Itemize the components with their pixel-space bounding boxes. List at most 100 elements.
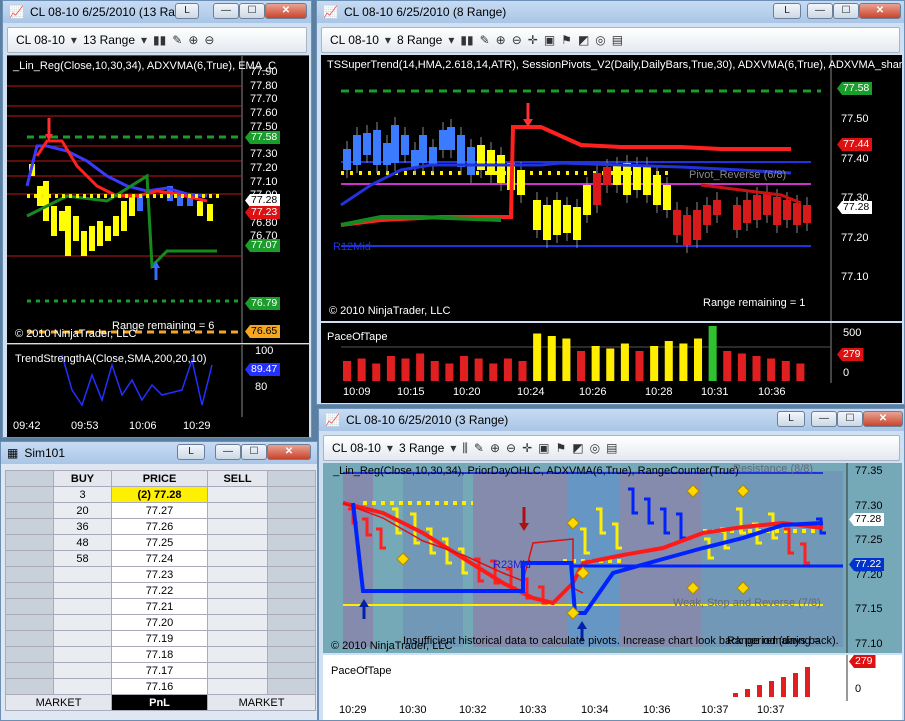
link-button[interactable]: L <box>177 444 205 460</box>
maximize-button[interactable]: ☐ <box>239 3 265 19</box>
draw-tool-icon[interactable]: ✎ <box>474 441 484 455</box>
sell-order-cell[interactable] <box>267 518 316 535</box>
sell-volume-cell[interactable] <box>207 662 268 679</box>
instrument-selector[interactable]: CL 08-10 <box>330 33 379 47</box>
bar-type-icon[interactable]: ▮▮ <box>153 33 166 47</box>
buy-volume-cell[interactable]: 3 <box>53 486 112 503</box>
buy-order-cell[interactable] <box>5 630 54 647</box>
buy-order-cell[interactable] <box>5 550 54 567</box>
strategy-icon[interactable]: ⚑ <box>555 441 566 455</box>
price-cell[interactable]: 77.21 <box>111 598 208 615</box>
buy-volume-cell[interactable] <box>53 614 112 631</box>
minimize-button[interactable]: — <box>215 444 241 460</box>
link-button[interactable]: L <box>777 411 805 427</box>
buy-order-cell[interactable] <box>5 582 54 599</box>
buy-order-cell[interactable] <box>5 614 54 631</box>
buy-volume-cell[interactable] <box>53 566 112 583</box>
price-cell[interactable]: 77.23 <box>111 566 208 583</box>
crosshair-icon[interactable]: ✛ <box>522 441 532 455</box>
sell-order-cell[interactable] <box>267 534 316 551</box>
buy-order-cell[interactable] <box>5 646 54 663</box>
data-box-icon[interactable]: ▤ <box>606 441 617 455</box>
price-cell[interactable]: 77.25 <box>111 534 208 551</box>
sell-volume-cell[interactable] <box>207 518 268 535</box>
sell-volume-cell[interactable] <box>207 630 268 647</box>
zoom-out-icon[interactable]: ⊖ <box>512 33 522 47</box>
close-button[interactable]: ✕ <box>859 3 901 19</box>
buy-order-cell[interactable] <box>5 486 54 503</box>
zoom-in-icon[interactable]: ⊕ <box>188 33 198 47</box>
sell-volume-cell[interactable] <box>207 566 268 583</box>
buy-volume-cell[interactable] <box>53 678 112 695</box>
sell-volume-cell[interactable] <box>207 678 268 695</box>
period-selector[interactable]: 8 Range <box>397 33 442 47</box>
strategy-icon[interactable]: ⚑ <box>561 33 572 47</box>
sell-order-cell[interactable] <box>267 662 316 679</box>
buy-order-cell[interactable] <box>5 502 54 519</box>
buy-volume-cell[interactable] <box>53 598 112 615</box>
sell-order-cell[interactable] <box>267 566 316 583</box>
close-button[interactable]: ✕ <box>265 3 307 19</box>
snapshot-icon[interactable]: ◎ <box>595 33 605 47</box>
maximize-button[interactable]: ☐ <box>837 411 863 427</box>
buy-order-cell[interactable] <box>5 566 54 583</box>
buy-volume-cell[interactable] <box>53 582 112 599</box>
sell-order-cell[interactable] <box>267 646 316 663</box>
price-cell[interactable]: 77.24 <box>111 550 208 567</box>
zoom-out-icon[interactable]: ⊖ <box>204 33 214 47</box>
price-cell[interactable]: 77.16 <box>111 678 208 695</box>
sell-volume-cell[interactable] <box>207 646 268 663</box>
buy-order-cell[interactable] <box>5 678 54 695</box>
period-selector[interactable]: 13 Range <box>83 33 135 47</box>
price-cell[interactable]: 77.20 <box>111 614 208 631</box>
zoom-out-icon[interactable]: ⊖ <box>506 441 516 455</box>
instrument-selector[interactable]: CL 08-10 <box>16 33 65 47</box>
dropdown-icon[interactable]: ▾ <box>385 33 391 47</box>
link-button[interactable]: L <box>773 3 801 19</box>
buy-volume-cell[interactable] <box>53 662 112 679</box>
sell-order-cell[interactable] <box>267 550 316 567</box>
bar-type-icon[interactable]: ⫼ <box>462 441 468 456</box>
draw-tool-icon[interactable]: ✎ <box>172 33 182 47</box>
minimize-button[interactable]: — <box>213 3 239 19</box>
snapshot-icon[interactable]: ◎ <box>590 441 600 455</box>
sell-order-cell[interactable] <box>267 678 316 695</box>
maximize-button[interactable]: ☐ <box>241 444 267 460</box>
sell-volume-cell[interactable] <box>207 486 268 503</box>
period-selector[interactable]: 3 Range <box>399 441 444 455</box>
sell-volume-cell[interactable] <box>207 582 268 599</box>
dropdown-icon[interactable]: ▾ <box>71 33 77 47</box>
buy-order-cell[interactable] <box>5 534 54 551</box>
buy-volume-cell[interactable] <box>53 630 112 647</box>
sell-order-cell[interactable] <box>267 598 316 615</box>
sell-volume-cell[interactable] <box>207 598 268 615</box>
data-box-icon[interactable]: ▤ <box>612 33 623 47</box>
minimize-button[interactable]: — <box>811 411 837 427</box>
dropdown-icon[interactable]: ▾ <box>141 33 147 47</box>
buy-order-cell[interactable] <box>5 662 54 679</box>
close-button[interactable]: ✕ <box>863 411 903 427</box>
close-button[interactable]: ✕ <box>267 444 311 460</box>
buy-volume-cell[interactable]: 58 <box>53 550 112 567</box>
price-cell[interactable]: 77.17 <box>111 662 208 679</box>
zoom-in-icon[interactable]: ⊕ <box>496 33 506 47</box>
draw-tool-icon[interactable]: ✎ <box>480 33 490 47</box>
sell-volume-cell[interactable] <box>207 614 268 631</box>
sell-volume-cell[interactable] <box>207 502 268 519</box>
buy-volume-cell[interactable]: 20 <box>53 502 112 519</box>
bar-type-icon[interactable]: ▮▮ <box>460 33 473 47</box>
price-cell[interactable]: 77.22 <box>111 582 208 599</box>
price-cell[interactable]: 77.26 <box>111 518 208 535</box>
sell-volume-cell[interactable] <box>207 550 268 567</box>
instrument-selector[interactable]: CL 08-10 <box>332 441 381 455</box>
zoom-in-icon[interactable]: ⊕ <box>490 441 500 455</box>
sell-order-cell[interactable] <box>267 614 316 631</box>
sell-order-cell[interactable] <box>267 582 316 599</box>
sell-order-cell[interactable] <box>267 486 316 503</box>
sell-order-cell[interactable] <box>267 502 316 519</box>
buy-order-cell[interactable] <box>5 518 54 535</box>
link-button[interactable]: L <box>175 3 199 19</box>
maximize-button[interactable]: ☐ <box>833 3 859 19</box>
minimize-button[interactable]: — <box>807 3 833 19</box>
sell-volume-cell[interactable] <box>207 534 268 551</box>
